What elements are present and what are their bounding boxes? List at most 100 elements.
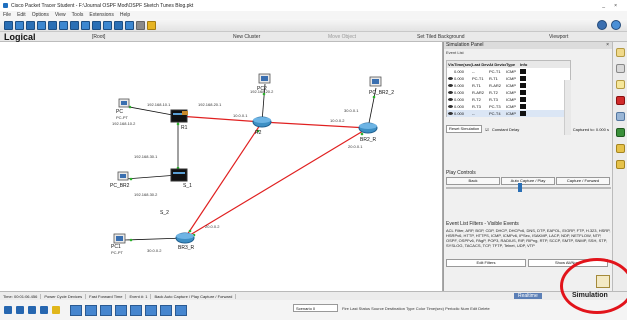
switches-category-icon[interactable] <box>16 306 24 314</box>
viewport-button[interactable]: Viewport <box>549 34 568 40</box>
device-model-icon[interactable] <box>160 304 172 316</box>
paste-icon[interactable] <box>70 20 79 30</box>
link-status-dots <box>128 92 376 242</box>
activity-wizard-icon[interactable] <box>48 20 57 30</box>
close-panel-icon[interactable]: × <box>606 42 609 49</box>
event-row[interactable]: 0.000 PC-T1 R-T1 ICMP <box>447 75 570 82</box>
draw-icon[interactable] <box>616 128 625 137</box>
new-file-icon[interactable] <box>4 20 13 30</box>
col-vis: Vis. <box>448 62 454 67</box>
sim-time: Time: 00:01:06.456 <box>0 293 42 299</box>
zoom-reset-icon[interactable] <box>114 20 123 30</box>
add-complex-pdu-icon[interactable] <box>616 160 625 169</box>
menu-tools[interactable]: Tools <box>72 12 84 18</box>
add-simple-pdu-icon[interactable] <box>616 144 625 153</box>
event-row[interactable]: 0.000 R-T2 R-T3 ICMP <box>447 96 570 103</box>
connections-category-icon[interactable] <box>52 306 60 314</box>
undo-icon[interactable] <box>81 20 90 30</box>
play-speed-slider[interactable] <box>446 187 611 189</box>
eye-icon <box>448 84 453 88</box>
redo-icon[interactable] <box>92 20 101 30</box>
packet-color-icon <box>520 76 526 82</box>
device-model-icon[interactable] <box>145 304 157 316</box>
packet-color-icon <box>520 97 526 103</box>
menu-bar: File Edit Options View Tools Extensions … <box>0 11 627 19</box>
event-row[interactable]: 0.000 R-AR2 R-T2 ICMP <box>447 89 570 96</box>
device-model-icon[interactable] <box>70 304 82 316</box>
auto-capture-play-button[interactable]: Auto Capture / Play <box>501 177 555 185</box>
link-pc1-s1 <box>124 174 179 180</box>
network-info-icon[interactable] <box>597 20 607 30</box>
play-speed-slider-handle[interactable] <box>518 183 522 192</box>
packet-color-icon <box>520 104 526 110</box>
delete-icon[interactable] <box>616 96 625 105</box>
pcbr2-label: PC_BR2_2 <box>369 90 395 96</box>
menu-edit[interactable]: Edit <box>17 12 26 18</box>
device-model-icon[interactable] <box>85 304 97 316</box>
play-status: Back Auto Capture / Play Capture / Forwa… <box>151 293 237 299</box>
power-cycle-button[interactable]: Power Cycle Devices <box>41 293 87 299</box>
pdu-list-header: Fire Last Status Source Destination Type… <box>342 306 490 311</box>
save-icon[interactable] <box>26 20 35 30</box>
device-model-icon[interactable] <box>100 304 112 316</box>
logical-tab[interactable]: Logical <box>4 32 36 42</box>
link-br2-br3 <box>184 127 369 239</box>
fast-forward-button[interactable]: Fast Forward Time <box>86 293 127 299</box>
inspect-magnifier-icon[interactable] <box>616 112 625 121</box>
print-icon[interactable] <box>37 20 46 30</box>
annotation-circle <box>560 258 627 314</box>
set-background-button[interactable]: Set Tiled Background <box>417 34 465 40</box>
copy-icon[interactable] <box>59 20 68 30</box>
menu-view[interactable]: View <box>55 12 66 18</box>
zoom-out-icon[interactable] <box>125 20 134 30</box>
minimize-button[interactable]: _ <box>602 3 605 9</box>
scenario-select[interactable]: Scenario 0 <box>293 304 338 312</box>
device-model-icon[interactable] <box>115 304 127 316</box>
menu-extensions[interactable]: Extensions <box>89 12 113 18</box>
drawing-palette-icon[interactable] <box>136 20 145 30</box>
inspect-icon[interactable] <box>616 64 625 73</box>
event-row[interactable]: 0.000 R-T1 R-AR2 ICMP <box>447 82 570 89</box>
routers-category-icon[interactable] <box>4 306 12 314</box>
device-model-icon[interactable] <box>130 304 142 316</box>
menu-file[interactable]: File <box>3 12 11 18</box>
select-icon[interactable] <box>616 48 625 57</box>
capture-forward-button[interactable]: Capture / Forward <box>556 177 610 185</box>
packet-color-icon <box>520 90 526 96</box>
edit-filters-button[interactable]: Edit Filters <box>446 259 526 267</box>
custom-device-icon[interactable] <box>147 20 156 30</box>
constant-delay-checkbox[interactable]: ☑ <box>485 127 489 132</box>
new-cluster-button[interactable]: New Cluster <box>233 34 260 40</box>
packet-color-icon <box>520 111 526 117</box>
menu-options[interactable]: Options <box>32 12 49 18</box>
device-model-icon[interactable] <box>175 304 187 316</box>
reset-simulation-button[interactable]: Reset Simulation <box>446 125 483 133</box>
event-row[interactable]: 0.000 -- PC-T1 ICMP <box>447 68 570 75</box>
back-button[interactable]: Back <box>446 177 500 185</box>
title-bar: Cisco Packet Tracer Student - F:\Journal… <box>0 0 627 11</box>
realtime-tab[interactable]: Realtime <box>514 293 542 299</box>
hubs-category-icon[interactable] <box>28 306 36 314</box>
ip-label: 30.0.0.1 <box>344 108 359 113</box>
zoom-in-icon[interactable] <box>103 20 112 30</box>
help-icon[interactable] <box>611 20 621 30</box>
switch-s2-icon <box>170 168 188 182</box>
open-file-icon[interactable] <box>15 20 24 30</box>
note-icon[interactable] <box>616 80 625 89</box>
eye-icon <box>448 112 453 116</box>
logical-workspace[interactable]: PC PC-PT PC2 PC_BR2_2 PC_BR2 PC1 PC-PT R… <box>0 42 443 291</box>
main-toolbar <box>0 19 627 32</box>
br2-label: BR2_R <box>360 137 377 143</box>
close-button[interactable]: × <box>614 3 617 9</box>
constant-delay-label: Constant Delay <box>491 126 520 132</box>
wireless-category-icon[interactable] <box>40 306 48 314</box>
eye-icon <box>448 98 453 102</box>
packet-color-icon <box>520 69 526 75</box>
event-row[interactable]: 0.000 R-T3 PC-T3 ICMP <box>447 103 570 110</box>
event-row-selected[interactable]: 0.000 -- PC-T4 ICMP <box>447 110 570 117</box>
root-breadcrumb[interactable]: [Root] <box>92 34 105 40</box>
status-bar: Time: 00:01:06.456 Power Cycle Devices F… <box>0 291 627 300</box>
menu-help[interactable]: Help <box>120 12 130 18</box>
move-object-button[interactable]: Move Object <box>328 34 356 40</box>
event-list-table[interactable]: Vis. Time(sec) Last Device At Device Typ… <box>446 60 571 135</box>
